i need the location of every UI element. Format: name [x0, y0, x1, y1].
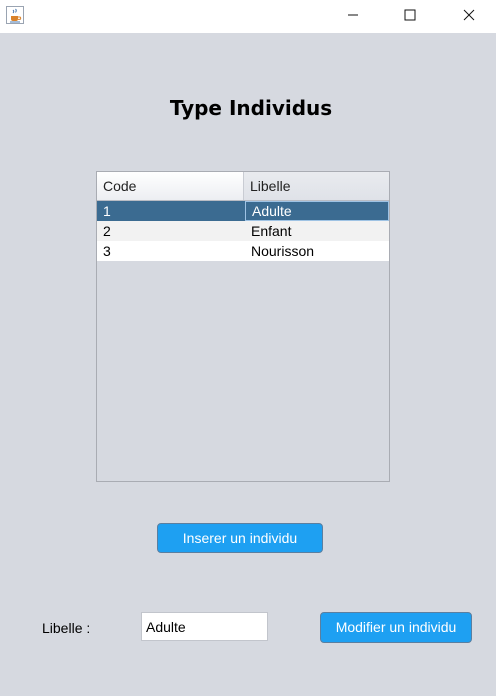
individus-table[interactable]: Code Libelle 1 Adulte 2 Enfant 3 Nouriss…: [96, 171, 390, 482]
table-header: Code Libelle: [97, 172, 389, 201]
cell-libelle[interactable]: Nourisson: [251, 241, 314, 261]
cell-libelle[interactable]: Enfant: [251, 221, 291, 241]
minimize-button[interactable]: [330, 0, 376, 30]
minimize-icon: [348, 14, 358, 16]
maximize-button[interactable]: [387, 0, 433, 30]
table-row[interactable]: 2 Enfant: [97, 221, 389, 241]
libelle-label: Libelle :: [42, 620, 91, 636]
page-title: Type Individus: [169, 96, 333, 120]
maximize-icon: [404, 9, 416, 21]
modify-individu-button[interactable]: Modifier un individu: [320, 612, 472, 643]
close-icon: [463, 9, 475, 21]
column-header-libelle[interactable]: Libelle: [244, 172, 389, 200]
cell-code[interactable]: 1: [103, 201, 111, 221]
table-row-selected[interactable]: 1 Adulte: [97, 201, 389, 221]
java-cup-icon[interactable]: [6, 6, 24, 24]
libelle-input[interactable]: [141, 612, 268, 641]
title-bar: [0, 0, 496, 33]
column-header-code[interactable]: Code: [97, 172, 244, 200]
close-button[interactable]: [446, 0, 492, 30]
cell-code[interactable]: 3: [103, 241, 111, 261]
cell-code[interactable]: 2: [103, 221, 111, 241]
table-row[interactable]: 3 Nourisson: [97, 241, 389, 261]
insert-individu-button[interactable]: Inserer un individu: [157, 523, 323, 553]
cell-libelle[interactable]: Adulte: [245, 201, 389, 221]
